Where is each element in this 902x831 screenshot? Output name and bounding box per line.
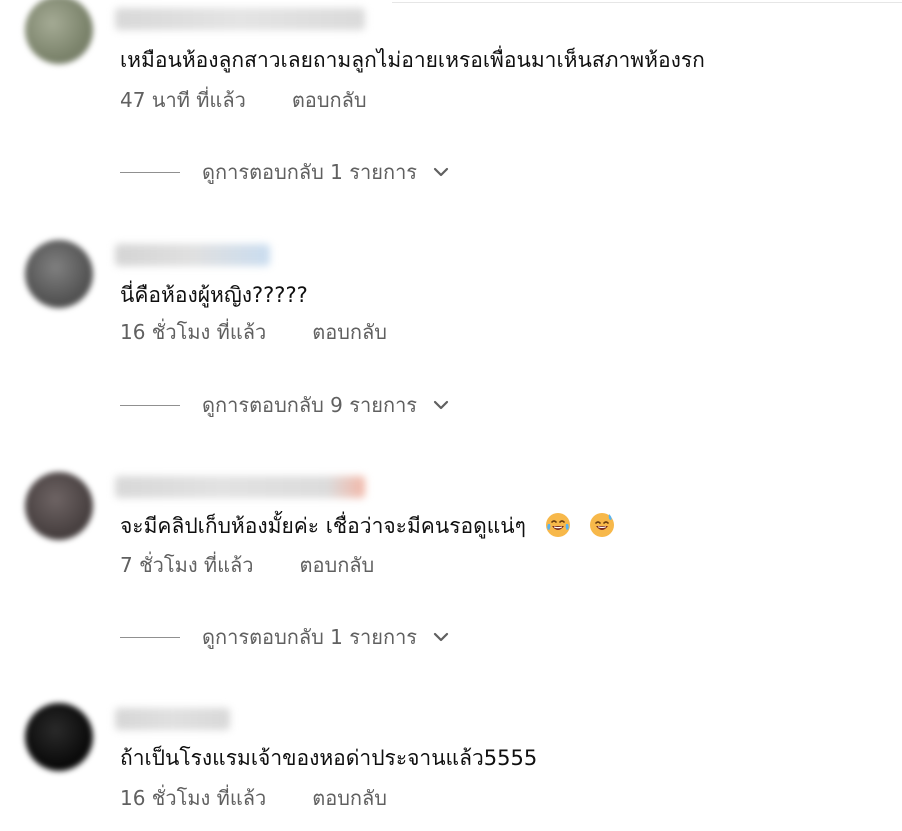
timestamp[interactable]: 16 ชั่วโมง ที่แล้ว bbox=[120, 319, 266, 345]
comment-meta: 16 ชั่วโมง ที่แล้ว ตอบกลับ bbox=[120, 785, 387, 811]
author-name[interactable] bbox=[115, 708, 230, 730]
laughing-tears-emoji bbox=[545, 513, 570, 537]
author-name[interactable] bbox=[115, 476, 365, 498]
chevron-down-icon bbox=[433, 632, 449, 642]
divider bbox=[120, 171, 180, 173]
reply-button[interactable]: ตอบกลับ bbox=[292, 87, 367, 113]
timestamp[interactable]: 7 ชั่วโมง ที่แล้ว bbox=[120, 552, 254, 578]
reply-button[interactable]: ตอบกลับ bbox=[312, 319, 387, 345]
view-replies-button[interactable]: ดูการตอบกลับ 9 รายการ bbox=[120, 390, 451, 420]
avatar[interactable] bbox=[25, 703, 93, 771]
chevron-down-icon bbox=[433, 400, 449, 410]
chevron-down-icon bbox=[433, 167, 449, 177]
grinning-sweat-emoji bbox=[590, 513, 615, 537]
view-replies-button[interactable]: ดูการตอบกลับ 1 รายการ bbox=[120, 157, 451, 187]
comment-text: นี่คือห้องผู้หญิง????? bbox=[120, 283, 308, 307]
avatar[interactable] bbox=[25, 0, 93, 64]
view-replies-label: ดูการตอบกลับ 1 รายการ bbox=[202, 160, 418, 184]
comment-meta: 7 ชั่วโมง ที่แล้ว ตอบกลับ bbox=[120, 552, 374, 578]
comment-text-body: จะมีคลิปเก็บห้องมั้ยค่ะ เชื่อว่าจะมีคนรอ… bbox=[120, 514, 526, 538]
reply-button[interactable]: ตอบกลับ bbox=[312, 785, 387, 811]
author-name[interactable] bbox=[115, 244, 270, 266]
avatar[interactable] bbox=[25, 472, 93, 540]
comment-text: เหมือนห้องลูกสาวเลยถามลูกไม่อายเหรอเพื่อ… bbox=[120, 48, 705, 72]
timestamp[interactable]: 16 ชั่วโมง ที่แล้ว bbox=[120, 785, 266, 811]
comment-meta: 47 นาที ที่แล้ว ตอบกลับ bbox=[120, 87, 367, 113]
reply-button[interactable]: ตอบกลับ bbox=[300, 552, 375, 578]
view-replies-label: ดูการตอบกลับ 9 รายการ bbox=[202, 393, 418, 417]
divider bbox=[392, 2, 902, 3]
author-name[interactable] bbox=[115, 8, 365, 30]
timestamp[interactable]: 47 นาที ที่แล้ว bbox=[120, 87, 246, 113]
comment-text: ถ้าเป็นโรงแรมเจ้าของหอด่าประจานแล้ว5555 bbox=[120, 746, 538, 770]
divider bbox=[120, 404, 180, 406]
divider bbox=[120, 636, 180, 638]
view-replies-button[interactable]: ดูการตอบกลับ 1 รายการ bbox=[120, 622, 451, 652]
avatar[interactable] bbox=[25, 240, 93, 308]
comment-text: จะมีคลิปเก็บห้องมั้ยค่ะ เชื่อว่าจะมีคนรอ… bbox=[120, 512, 615, 540]
view-replies-label: ดูการตอบกลับ 1 รายการ bbox=[202, 625, 418, 649]
comment-meta: 16 ชั่วโมง ที่แล้ว ตอบกลับ bbox=[120, 319, 387, 345]
